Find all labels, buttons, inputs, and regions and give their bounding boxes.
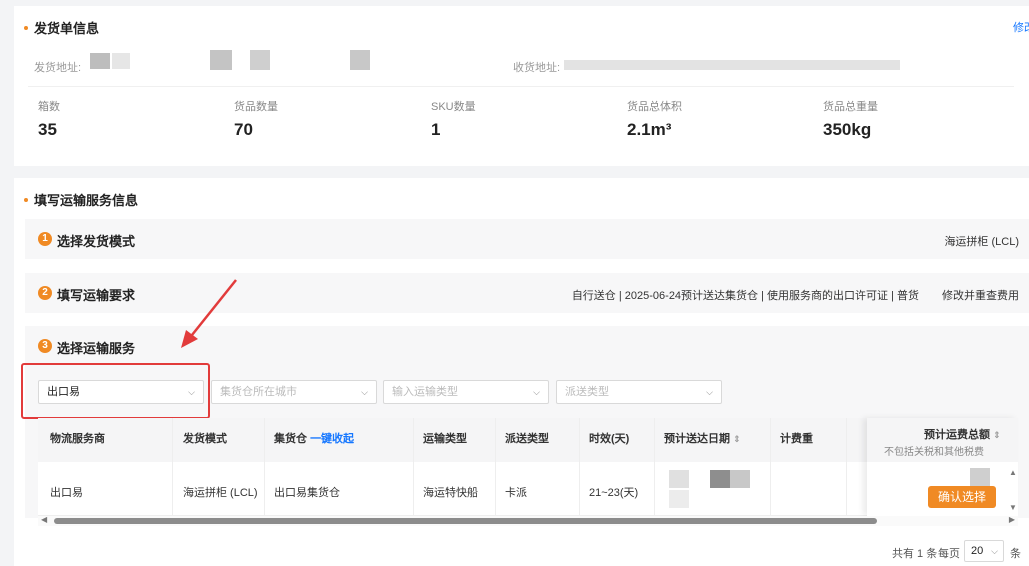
- col-total-cost[interactable]: 预计运费总额 ⇕: [924, 426, 1001, 442]
- col-divider: [413, 418, 414, 516]
- cell-warehouse: 出口易集货仓: [274, 487, 340, 499]
- col-warehouse: 集货仓 一键收起: [274, 433, 355, 445]
- cell-duration: 21~23(天): [589, 487, 639, 499]
- scroll-down-icon[interactable]: ▼: [1009, 503, 1017, 512]
- col-billing-weight: 计费重: [780, 433, 813, 445]
- col-eta[interactable]: 预计送达日期 ⇕: [664, 430, 741, 446]
- sort-icon[interactable]: ⇕: [733, 434, 741, 444]
- redacted-eta: [669, 470, 689, 488]
- col-delivery: 派送类型: [505, 433, 549, 445]
- per-page-select[interactable]: 20 ⌵: [964, 540, 1004, 562]
- cell-delivery: 卡派: [505, 487, 527, 499]
- col-divider: [172, 418, 173, 516]
- col-divider: [846, 418, 847, 516]
- redacted-eta: [730, 470, 750, 488]
- col-provider: 物流服务商: [50, 433, 105, 445]
- collapse-all-link[interactable]: 一键收起: [310, 433, 354, 445]
- cell-provider: 出口易: [50, 487, 83, 499]
- col-divider: [579, 418, 580, 516]
- per-page-label: 每页: [938, 548, 960, 560]
- cell-transport: 海运特快船: [423, 487, 478, 499]
- cell-mode: 海运拼柜 (LCL): [183, 487, 258, 499]
- redacted-eta: [669, 490, 689, 508]
- redacted-eta: [710, 470, 730, 488]
- pagination-total: 共有 1 条: [892, 548, 938, 560]
- chevron-down-icon: ⌵: [991, 546, 998, 556]
- scrollbar-thumb[interactable]: [54, 518, 877, 524]
- sort-icon[interactable]: ⇕: [993, 430, 1001, 440]
- horizontal-scrollbar[interactable]: ◀ ▶: [38, 515, 1018, 526]
- col-divider: [770, 418, 771, 516]
- col-divider: [264, 418, 265, 516]
- col-mode: 发货模式: [183, 433, 227, 445]
- per-page-unit: 条: [1010, 548, 1021, 560]
- redacted-total: [970, 468, 990, 486]
- col-divider: [495, 418, 496, 516]
- scroll-left-icon[interactable]: ◀: [41, 515, 47, 524]
- scroll-right-icon[interactable]: ▶: [1009, 515, 1015, 524]
- col-divider: [654, 418, 655, 516]
- col-transport: 运输类型: [423, 433, 467, 445]
- scroll-up-icon[interactable]: ▲: [1009, 468, 1017, 477]
- total-cost-note: 不包括关税和其他税费: [884, 447, 984, 458]
- confirm-select-button[interactable]: 确认选择: [928, 486, 996, 508]
- col-duration: 时效(天): [589, 433, 630, 445]
